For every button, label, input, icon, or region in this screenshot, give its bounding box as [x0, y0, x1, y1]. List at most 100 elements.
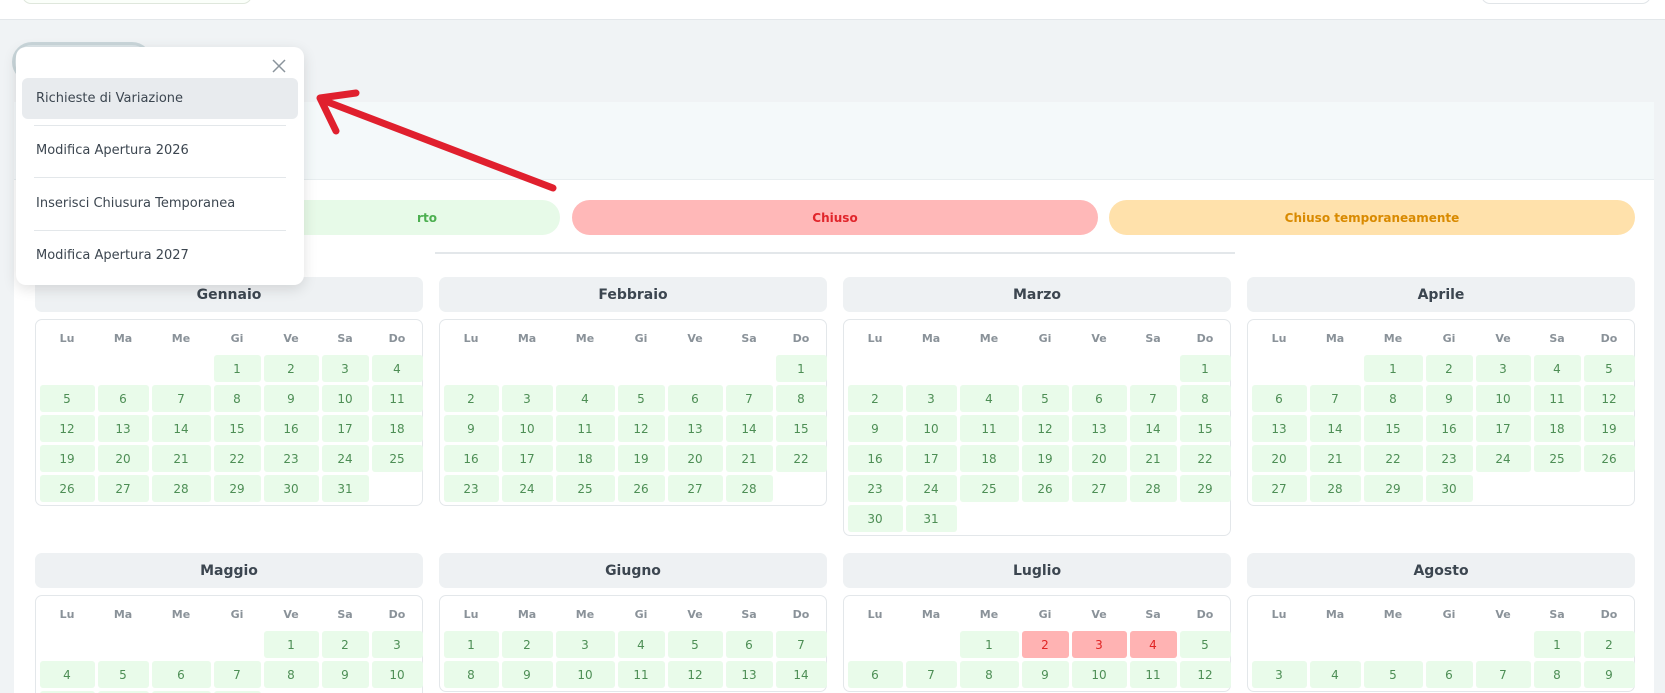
day-cell-open[interactable]: 27	[667, 475, 723, 502]
day-cell-open[interactable]: 1	[1533, 631, 1581, 658]
day-cell-open[interactable]: 19	[1021, 445, 1069, 472]
day-cell-open[interactable]: 5	[1179, 631, 1231, 658]
day-cell-open[interactable]: 22	[1179, 445, 1231, 472]
day-cell-open[interactable]: 24	[321, 445, 369, 472]
day-cell-open[interactable]: 9	[1583, 661, 1635, 688]
day-cell-open[interactable]: 12	[1179, 661, 1231, 688]
day-cell-open[interactable]: 8	[263, 661, 319, 688]
menu-item-modifica-apertura-2026[interactable]: Modifica Apertura 2026	[22, 130, 298, 171]
day-cell-open[interactable]: 16	[443, 445, 499, 472]
day-cell-open[interactable]: 11	[1129, 661, 1177, 688]
day-cell-open[interactable]: 4	[1533, 355, 1581, 382]
day-cell-open[interactable]: 9	[501, 661, 553, 688]
day-cell-open[interactable]: 1	[1179, 355, 1231, 382]
day-cell-open[interactable]: 28	[1309, 475, 1361, 502]
day-cell-open[interactable]: 6	[1071, 385, 1127, 412]
day-cell-open[interactable]: 16	[847, 445, 903, 472]
day-cell-open[interactable]: 25	[1533, 445, 1581, 472]
day-cell-open[interactable]: 9	[847, 415, 903, 442]
day-cell-open[interactable]: 4	[39, 661, 95, 688]
day-cell-open[interactable]: 19	[1583, 415, 1635, 442]
day-cell-open[interactable]: 8	[1533, 661, 1581, 688]
day-cell-open[interactable]: 26	[1021, 475, 1069, 502]
day-cell-open[interactable]: 22	[213, 445, 261, 472]
day-cell-open[interactable]: 8	[443, 661, 499, 688]
day-cell-open[interactable]: 31	[321, 475, 369, 502]
day-cell-open[interactable]: 17	[1475, 415, 1531, 442]
day-cell-open[interactable]: 6	[847, 661, 903, 688]
day-cell-open[interactable]: 20	[667, 445, 723, 472]
day-cell-open[interactable]: 29	[1179, 475, 1231, 502]
day-cell-open[interactable]: 24	[905, 475, 957, 502]
day-cell-open[interactable]: 21	[1309, 445, 1361, 472]
day-cell-open[interactable]: 13	[667, 415, 723, 442]
day-cell-open[interactable]: 3	[371, 631, 423, 658]
day-cell-open[interactable]: 6	[97, 385, 149, 412]
day-cell-closed[interactable]: 2	[1021, 631, 1069, 658]
menu-item-richieste-variazione[interactable]: Richieste di Variazione	[22, 78, 298, 119]
day-cell-open[interactable]: 7	[905, 661, 957, 688]
day-cell-open[interactable]: 21	[725, 445, 773, 472]
day-cell-open[interactable]: 4	[617, 631, 665, 658]
day-cell-open[interactable]: 9	[1425, 385, 1473, 412]
day-cell-open[interactable]: 10	[321, 385, 369, 412]
day-cell-open[interactable]: 15	[1179, 415, 1231, 442]
day-cell-open[interactable]: 13	[1251, 415, 1307, 442]
day-cell-open[interactable]: 27	[1251, 475, 1307, 502]
day-cell-open[interactable]: 2	[847, 385, 903, 412]
day-cell-open[interactable]: 12	[1583, 385, 1635, 412]
day-cell-open[interactable]: 11	[371, 385, 423, 412]
day-cell-open[interactable]: 30	[847, 505, 903, 532]
menu-item-inserisci-chiusura-temporanea[interactable]: Inserisci Chiusura Temporanea	[22, 183, 298, 224]
day-cell-open[interactable]: 9	[321, 661, 369, 688]
day-cell-open[interactable]: 14	[725, 415, 773, 442]
day-cell-open[interactable]: 6	[725, 631, 773, 658]
day-cell-open[interactable]: 2	[1583, 631, 1635, 658]
day-cell-open[interactable]: 3	[1251, 661, 1307, 688]
day-cell-open[interactable]: 27	[1071, 475, 1127, 502]
top-right-field[interactable]	[1481, 0, 1651, 4]
day-cell-open[interactable]: 22	[775, 445, 827, 472]
close-dropdown-button[interactable]	[268, 55, 290, 77]
day-cell-open[interactable]: 26	[1583, 445, 1635, 472]
day-cell-open[interactable]: 6	[1425, 661, 1473, 688]
day-cell-open[interactable]: 6	[1251, 385, 1307, 412]
day-cell-open[interactable]: 19	[617, 445, 665, 472]
day-cell-open[interactable]: 7	[1309, 385, 1361, 412]
day-cell-open[interactable]: 9	[443, 415, 499, 442]
day-cell-open[interactable]: 18	[555, 445, 615, 472]
day-cell-open[interactable]: 5	[39, 385, 95, 412]
day-cell-open[interactable]: 31	[905, 505, 957, 532]
day-cell-open[interactable]: 9	[1021, 661, 1069, 688]
day-cell-open[interactable]: 5	[617, 385, 665, 412]
day-cell-open[interactable]: 12	[39, 415, 95, 442]
day-cell-open[interactable]: 7	[213, 661, 261, 688]
day-cell-open[interactable]: 28	[151, 475, 211, 502]
day-cell-open[interactable]: 10	[1475, 385, 1531, 412]
day-cell-open[interactable]: 3	[321, 355, 369, 382]
day-cell-open[interactable]: 26	[39, 475, 95, 502]
day-cell-open[interactable]: 4	[555, 385, 615, 412]
day-cell-open[interactable]: 16	[1425, 415, 1473, 442]
day-cell-open[interactable]: 11	[959, 415, 1019, 442]
day-cell-open[interactable]: 8	[213, 385, 261, 412]
day-cell-open[interactable]: 7	[725, 385, 773, 412]
day-cell-open[interactable]: 3	[501, 385, 553, 412]
day-cell-open[interactable]: 4	[371, 355, 423, 382]
day-cell-open[interactable]: 8	[1179, 385, 1231, 412]
day-cell-open[interactable]: 9	[263, 385, 319, 412]
day-cell-open[interactable]: 3	[905, 385, 957, 412]
day-cell-open[interactable]: 8	[959, 661, 1019, 688]
day-cell-open[interactable]: 12	[617, 415, 665, 442]
day-cell-open[interactable]: 1	[213, 355, 261, 382]
day-cell-open[interactable]: 6	[667, 385, 723, 412]
day-cell-open[interactable]: 5	[1021, 385, 1069, 412]
day-cell-open[interactable]: 1	[443, 631, 499, 658]
day-cell-open[interactable]: 14	[1309, 415, 1361, 442]
day-cell-open[interactable]: 23	[263, 445, 319, 472]
day-cell-closed[interactable]: 3	[1071, 631, 1127, 658]
day-cell-open[interactable]: 17	[501, 445, 553, 472]
day-cell-open[interactable]: 22	[1363, 445, 1423, 472]
day-cell-open[interactable]: 12	[1021, 415, 1069, 442]
day-cell-open[interactable]: 30	[1425, 475, 1473, 502]
